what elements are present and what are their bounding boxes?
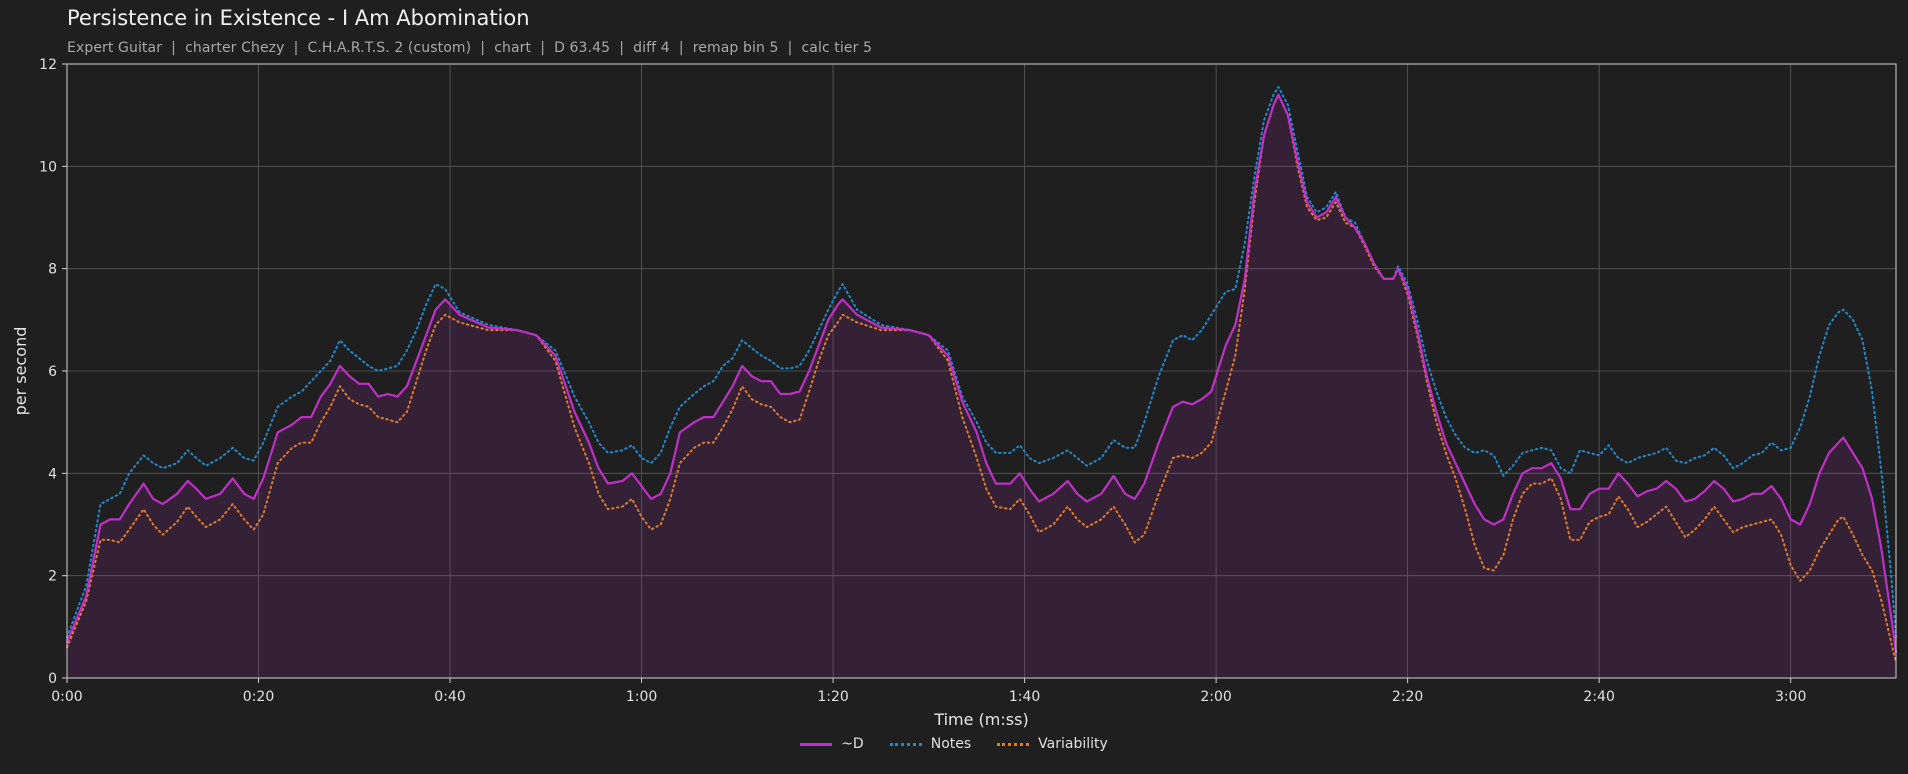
- y-tick-label: 0: [48, 671, 57, 687]
- series-area-d: [67, 94, 1896, 678]
- legend-swatch-d: [800, 742, 833, 746]
- chart-plot: 0:00 0:20 0:40 1:00 1:20 1:40 2:00 2:20 2:40 3:00…: [11, 57, 1898, 729]
- x-tick-label: 1:20: [817, 689, 848, 705]
- y-tick-label: 6: [48, 364, 57, 380]
- y-tick-label: 10: [39, 159, 57, 175]
- legend-label-variability: Variability: [1038, 736, 1108, 752]
- y-tick-label: 8: [48, 262, 57, 278]
- x-tick-label: 1:40: [1009, 689, 1040, 705]
- legend-label-d: ~D: [841, 736, 864, 752]
- x-tick-label: 1:00: [626, 689, 657, 705]
- legend-item-notes: Notes: [889, 736, 972, 752]
- y-axis-label: per second: [11, 327, 30, 416]
- x-tick-labels: 0:00 0:20 0:40 1:00 1:20 1:40 2:00 2:20 2:40 3:00: [51, 678, 1806, 705]
- legend-swatch-notes: [889, 742, 922, 746]
- x-tick-label: 0:00: [51, 689, 82, 705]
- y-tick-label: 2: [48, 569, 57, 585]
- legend-item-variability: Variability: [997, 736, 1108, 752]
- legend-swatch-variability: [997, 742, 1030, 746]
- y-tick-labels: 0 2 4 6 8 10 12: [39, 57, 67, 687]
- x-axis-label: Time (m:ss): [933, 710, 1028, 729]
- y-tick-label: 12: [39, 57, 57, 73]
- x-tick-label: 0:20: [243, 689, 274, 705]
- x-tick-label: 2:20: [1392, 689, 1423, 705]
- x-tick-label: 3:00: [1775, 689, 1806, 705]
- x-tick-label: 2:40: [1583, 689, 1614, 705]
- x-tick-label: 0:40: [434, 689, 465, 705]
- y-tick-label: 4: [48, 466, 57, 482]
- legend-label-notes: Notes: [930, 736, 972, 752]
- legend: ~D Notes Variability: [0, 736, 1908, 752]
- x-tick-label: 2:00: [1200, 689, 1231, 705]
- area-fill: [67, 94, 1896, 678]
- legend-item-d: ~D: [800, 736, 864, 752]
